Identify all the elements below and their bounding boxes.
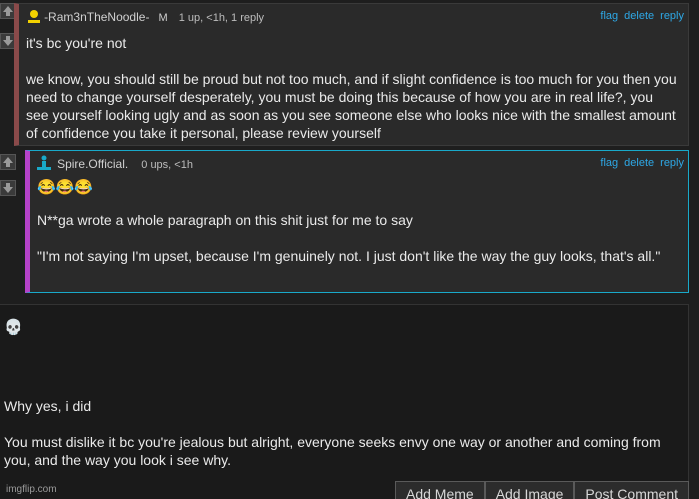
reply-link[interactable]: reply xyxy=(660,10,684,22)
comment-actions: flag delete reply xyxy=(594,10,684,22)
reply-textarea[interactable]: 💀 Why yes, i did You must dislike it bc … xyxy=(0,304,689,499)
comment-body: 😂😂😂 N**ga wrote a whole paragraph on thi… xyxy=(37,179,678,283)
username[interactable]: -Ram3nTheNoodle- xyxy=(44,10,149,24)
comment-text: it's bc you're not xyxy=(26,35,127,51)
comment-header: Spire.Official. 0 ups, <1h xyxy=(36,155,193,171)
upvote-button[interactable] xyxy=(0,154,16,170)
flag-link[interactable]: flag xyxy=(600,157,618,169)
imgflip-watermark: imgflip.com xyxy=(6,484,57,495)
user-icon xyxy=(28,10,40,23)
arrow-up-icon xyxy=(3,157,13,167)
emoji-line: 😂😂😂 xyxy=(37,179,94,196)
comment-text: "I'm not saying I'm upset, because I'm g… xyxy=(37,248,661,264)
comment-text: we know, you should still be proud but n… xyxy=(26,71,677,141)
user-icon xyxy=(37,155,51,170)
reply-draft-text: 💀 Why yes, i did You must dislike it bc … xyxy=(4,318,682,487)
arrow-up-icon xyxy=(3,6,13,16)
comment-spire: Spire.Official. 0 ups, <1h flag delete rep… xyxy=(25,150,689,293)
skull-icon: 💀 xyxy=(4,319,23,336)
add-meme-button[interactable]: Add Meme xyxy=(394,481,485,499)
comment-actions: flag delete reply xyxy=(594,157,684,169)
mod-badge: M xyxy=(158,12,168,24)
add-image-button[interactable]: Add Image xyxy=(484,481,575,499)
flag-link[interactable]: flag xyxy=(600,10,618,22)
comment-meta: 1 up, <1h, 1 reply xyxy=(178,12,265,24)
comment-toolbar: Add Meme Add Image Post Comment xyxy=(394,481,689,499)
comment-ram3n: -Ram3nTheNoodle- M 1 up, <1h, 1 reply fl… xyxy=(14,3,689,146)
comment-body: it's bc you're not we know, you should s… xyxy=(26,34,678,160)
arrow-down-icon xyxy=(3,36,13,46)
comment-header: -Ram3nTheNoodle- M 1 up, <1h, 1 reply xyxy=(27,9,264,24)
draft-line: You must dislike it bc you're jealous bu… xyxy=(4,434,661,468)
comment-text: N**ga wrote a whole paragraph on this sh… xyxy=(37,212,413,228)
reply-link[interactable]: reply xyxy=(660,157,684,169)
username[interactable]: Spire.Official. xyxy=(57,157,128,171)
arrow-down-icon xyxy=(3,183,13,193)
delete-link[interactable]: delete xyxy=(624,157,654,169)
downvote-button[interactable] xyxy=(0,180,16,196)
comment-meta: 0 ups, <1h xyxy=(141,159,193,171)
draft-line: Why yes, i did xyxy=(4,398,92,414)
delete-link[interactable]: delete xyxy=(624,10,654,22)
post-comment-button[interactable]: Post Comment xyxy=(574,481,689,499)
skull-emoji: 💀 xyxy=(4,318,682,337)
